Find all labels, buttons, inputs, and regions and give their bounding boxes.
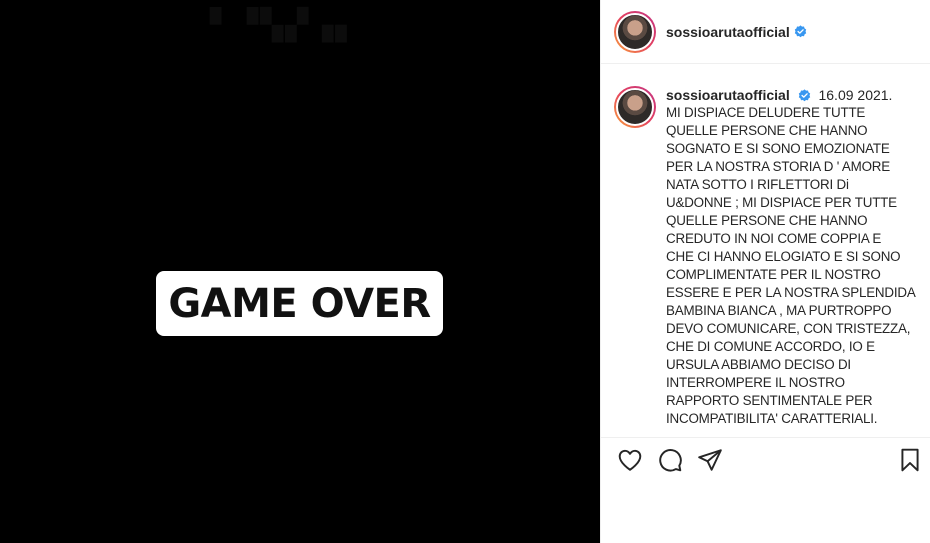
caption-body: sossioarutaofficial 16.09 2021. MI DISPI…	[666, 86, 916, 437]
game-over-text: GAME OVER	[168, 280, 431, 327]
like-button[interactable]	[617, 447, 645, 475]
verified-badge-icon	[798, 89, 810, 102]
save-button[interactable]	[897, 447, 925, 475]
share-button[interactable]	[697, 447, 725, 475]
background-decoration: ▘▝▚▞▗▖	[210, 9, 361, 42]
post-media[interactable]: ▘▝▚▞▗▖ GAME OVER	[0, 0, 600, 543]
post-sidebar: sossioarutaofficial sossioarutaofficial …	[600, 0, 930, 543]
caption-text: MI DISPIACE DELUDERE TUTTE QUELLE PERSON…	[666, 105, 916, 426]
caption-section: sossioarutaofficial 16.09 2021. MI DISPI…	[601, 64, 930, 438]
comment-button[interactable]	[657, 447, 685, 475]
header-username[interactable]: sossioarutaofficial	[666, 24, 790, 40]
game-over-sticker: GAME OVER	[156, 271, 443, 336]
caption-username[interactable]: sossioarutaofficial	[666, 87, 790, 103]
paper-plane-icon	[698, 449, 722, 471]
post-date: 16.09 2021.	[818, 87, 893, 103]
avatar-image	[616, 12, 654, 51]
post-header: sossioarutaofficial	[601, 0, 930, 64]
avatar-image	[616, 88, 654, 126]
heart-icon	[618, 449, 642, 471]
verified-badge-icon	[794, 25, 806, 38]
comment-icon	[659, 449, 682, 472]
caption-avatar[interactable]	[614, 86, 656, 128]
action-bar	[601, 447, 930, 479]
caption-header: sossioarutaofficial 16.09 2021.	[666, 86, 916, 104]
header-avatar[interactable]	[614, 10, 656, 53]
bookmark-icon	[901, 448, 919, 472]
